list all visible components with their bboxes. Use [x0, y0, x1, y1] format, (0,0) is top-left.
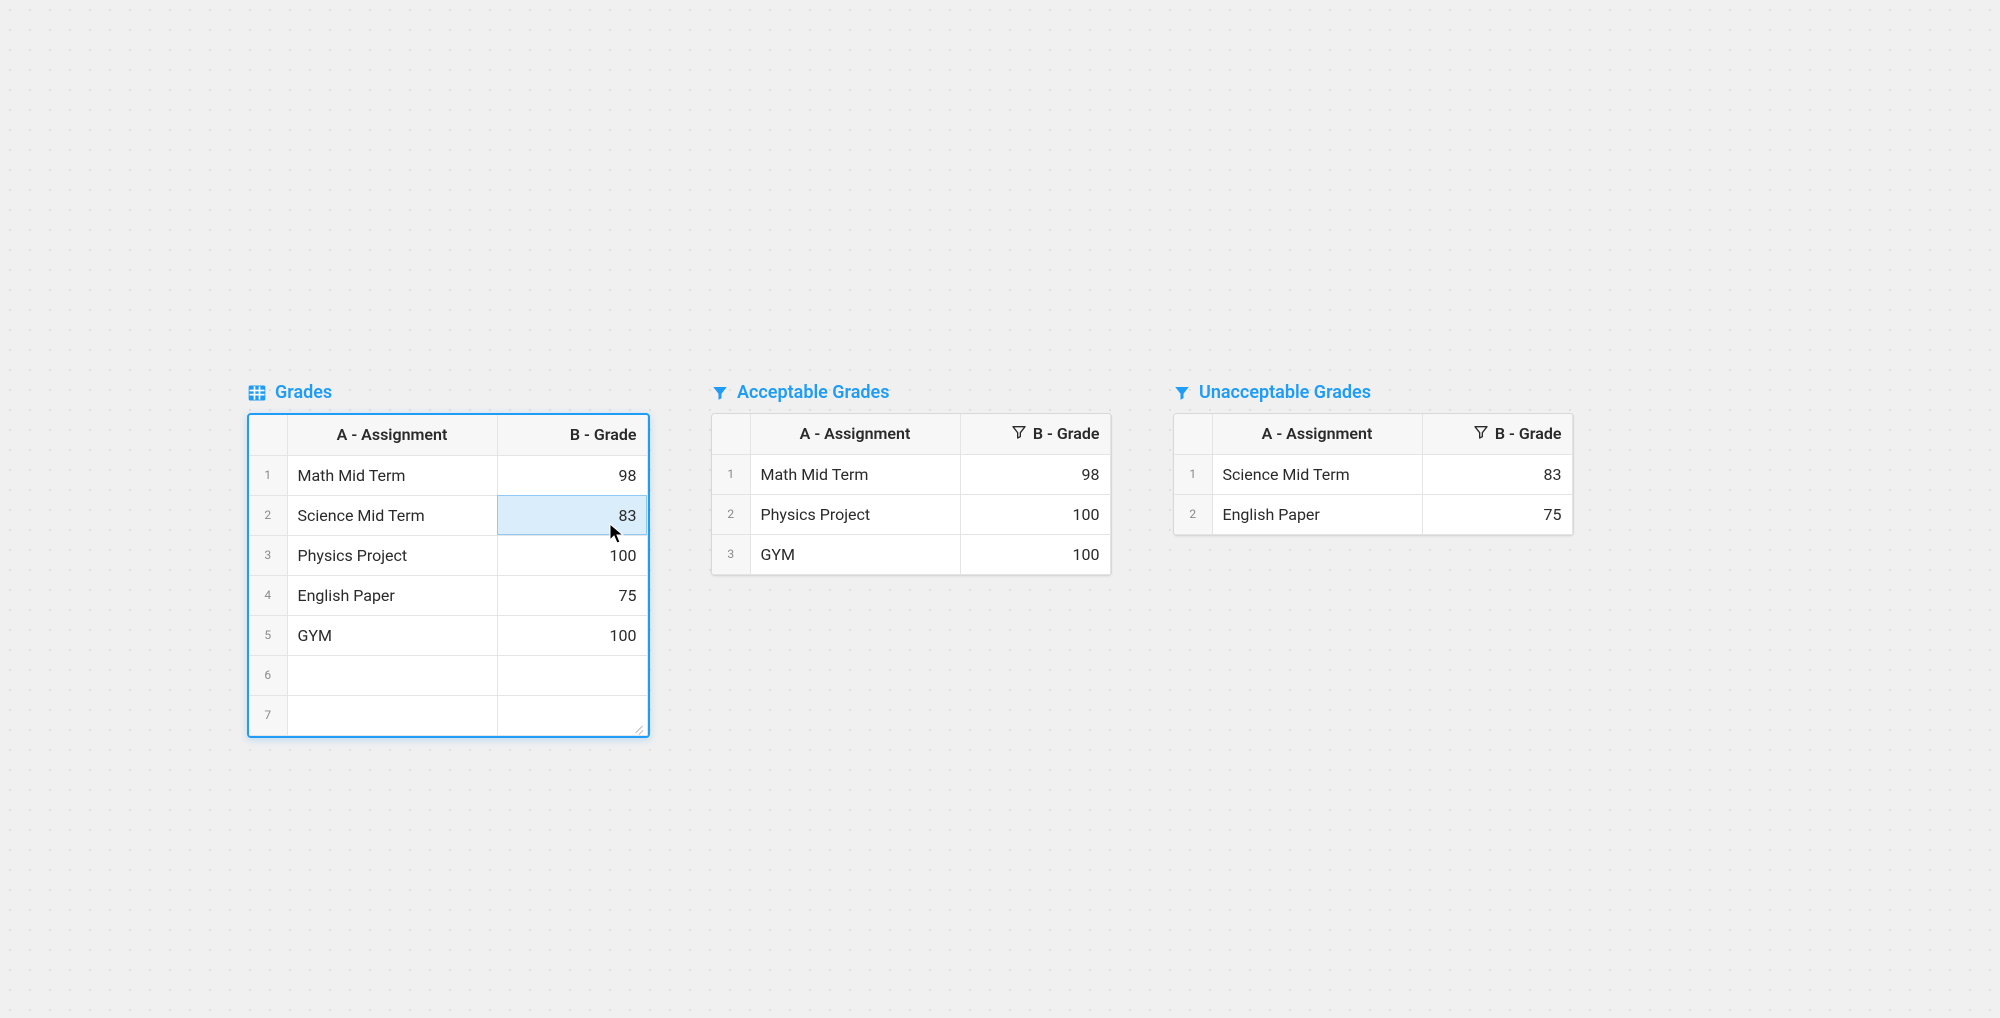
unacceptable-panel: Unacceptable Grades A - Assignment — [1173, 382, 1574, 536]
table-row: 1Math Mid Term98 — [712, 454, 1110, 494]
cell-assignment[interactable]: English Paper — [1212, 494, 1422, 534]
cell-grade[interactable]: 100 — [960, 494, 1110, 534]
cell-assignment[interactable] — [287, 695, 497, 735]
row-number[interactable]: 3 — [249, 535, 287, 575]
column-header-grade[interactable]: B - Grade — [1422, 414, 1572, 454]
cell-assignment[interactable]: Physics Project — [287, 535, 497, 575]
cell-assignment[interactable] — [287, 655, 497, 695]
cell-grade[interactable]: 100 — [960, 534, 1110, 574]
acceptable-grid[interactable]: A - Assignment B - Grade 1Math Mi — [711, 413, 1112, 576]
cell-grade[interactable] — [497, 655, 647, 695]
column-header-grade-label: B - Grade — [1033, 424, 1100, 443]
cell-grade[interactable]: 100 — [497, 535, 647, 575]
row-number[interactable]: 7 — [249, 695, 287, 735]
cell-assignment[interactable]: GYM — [287, 615, 497, 655]
cell-assignment[interactable]: Science Mid Term — [1212, 454, 1422, 494]
cell-assignment[interactable]: Physics Project — [750, 494, 960, 534]
table-row: 3GYM100 — [712, 534, 1110, 574]
cell-assignment[interactable]: Math Mid Term — [287, 455, 497, 495]
table-row: 3Physics Project100 — [249, 535, 647, 575]
column-header-grade-label: B - Grade — [1495, 424, 1562, 443]
unacceptable-title-label: Unacceptable Grades — [1199, 382, 1371, 403]
row-number[interactable]: 2 — [249, 495, 287, 535]
corner-cell[interactable] — [249, 415, 287, 455]
column-header-assignment[interactable]: A - Assignment — [1212, 414, 1422, 454]
cell-grade[interactable]: 75 — [497, 575, 647, 615]
row-number[interactable]: 1 — [712, 454, 750, 494]
row-number[interactable]: 4 — [249, 575, 287, 615]
column-header-grade[interactable]: B - Grade — [960, 414, 1110, 454]
table-row: 5GYM100 — [249, 615, 647, 655]
grades-title[interactable]: Grades — [247, 382, 650, 403]
cell-grade[interactable]: 75 — [1422, 494, 1572, 534]
grades-grid[interactable]: A - Assignment B - Grade 1Math Mid Term9… — [247, 413, 650, 738]
table-row: 2Science Mid Term83 — [249, 495, 647, 535]
column-filter-icon[interactable] — [1473, 424, 1489, 444]
column-header-assignment[interactable]: A - Assignment — [287, 415, 497, 455]
column-filter-icon[interactable] — [1011, 424, 1027, 444]
row-number[interactable]: 3 — [712, 534, 750, 574]
cell-assignment[interactable]: English Paper — [287, 575, 497, 615]
table-row: 4English Paper75 — [249, 575, 647, 615]
table-row: 2English Paper75 — [1174, 494, 1572, 534]
filter-icon — [1173, 384, 1191, 402]
acceptable-title-label: Acceptable Grades — [737, 382, 889, 403]
column-header-grade[interactable]: B - Grade — [497, 415, 647, 455]
corner-cell[interactable] — [1174, 414, 1212, 454]
table-row: 1Science Mid Term83 — [1174, 454, 1572, 494]
unacceptable-title[interactable]: Unacceptable Grades — [1173, 382, 1574, 403]
row-number[interactable]: 2 — [712, 494, 750, 534]
row-number[interactable]: 5 — [249, 615, 287, 655]
table-row: 2Physics Project100 — [712, 494, 1110, 534]
cell-assignment[interactable]: Math Mid Term — [750, 454, 960, 494]
table-row: 1Math Mid Term98 — [249, 455, 647, 495]
row-number[interactable]: 1 — [1174, 454, 1212, 494]
column-header-assignment[interactable]: A - Assignment — [750, 414, 960, 454]
acceptable-panel: Acceptable Grades A - Assignment — [711, 382, 1112, 576]
cell-grade[interactable]: 83 — [497, 495, 647, 535]
table-icon — [247, 383, 267, 403]
row-number[interactable]: 1 — [249, 455, 287, 495]
corner-cell[interactable] — [712, 414, 750, 454]
filter-icon — [711, 384, 729, 402]
table-row: 6 — [249, 655, 647, 695]
grades-title-label: Grades — [275, 382, 332, 403]
cell-grade[interactable]: 83 — [1422, 454, 1572, 494]
unacceptable-grid[interactable]: A - Assignment B - Grade 1Science — [1173, 413, 1574, 536]
cell-assignment[interactable]: Science Mid Term — [287, 495, 497, 535]
acceptable-title[interactable]: Acceptable Grades — [711, 382, 1112, 403]
cell-assignment[interactable]: GYM — [750, 534, 960, 574]
cell-grade[interactable] — [497, 695, 647, 735]
cell-grade[interactable]: 100 — [497, 615, 647, 655]
table-row: 7 — [249, 695, 647, 735]
cell-grade[interactable]: 98 — [497, 455, 647, 495]
grades-panel: Grades A - Assignment B - Grade 1Math Mi… — [247, 382, 650, 738]
row-number[interactable]: 2 — [1174, 494, 1212, 534]
cell-grade[interactable]: 98 — [960, 454, 1110, 494]
row-number[interactable]: 6 — [249, 655, 287, 695]
